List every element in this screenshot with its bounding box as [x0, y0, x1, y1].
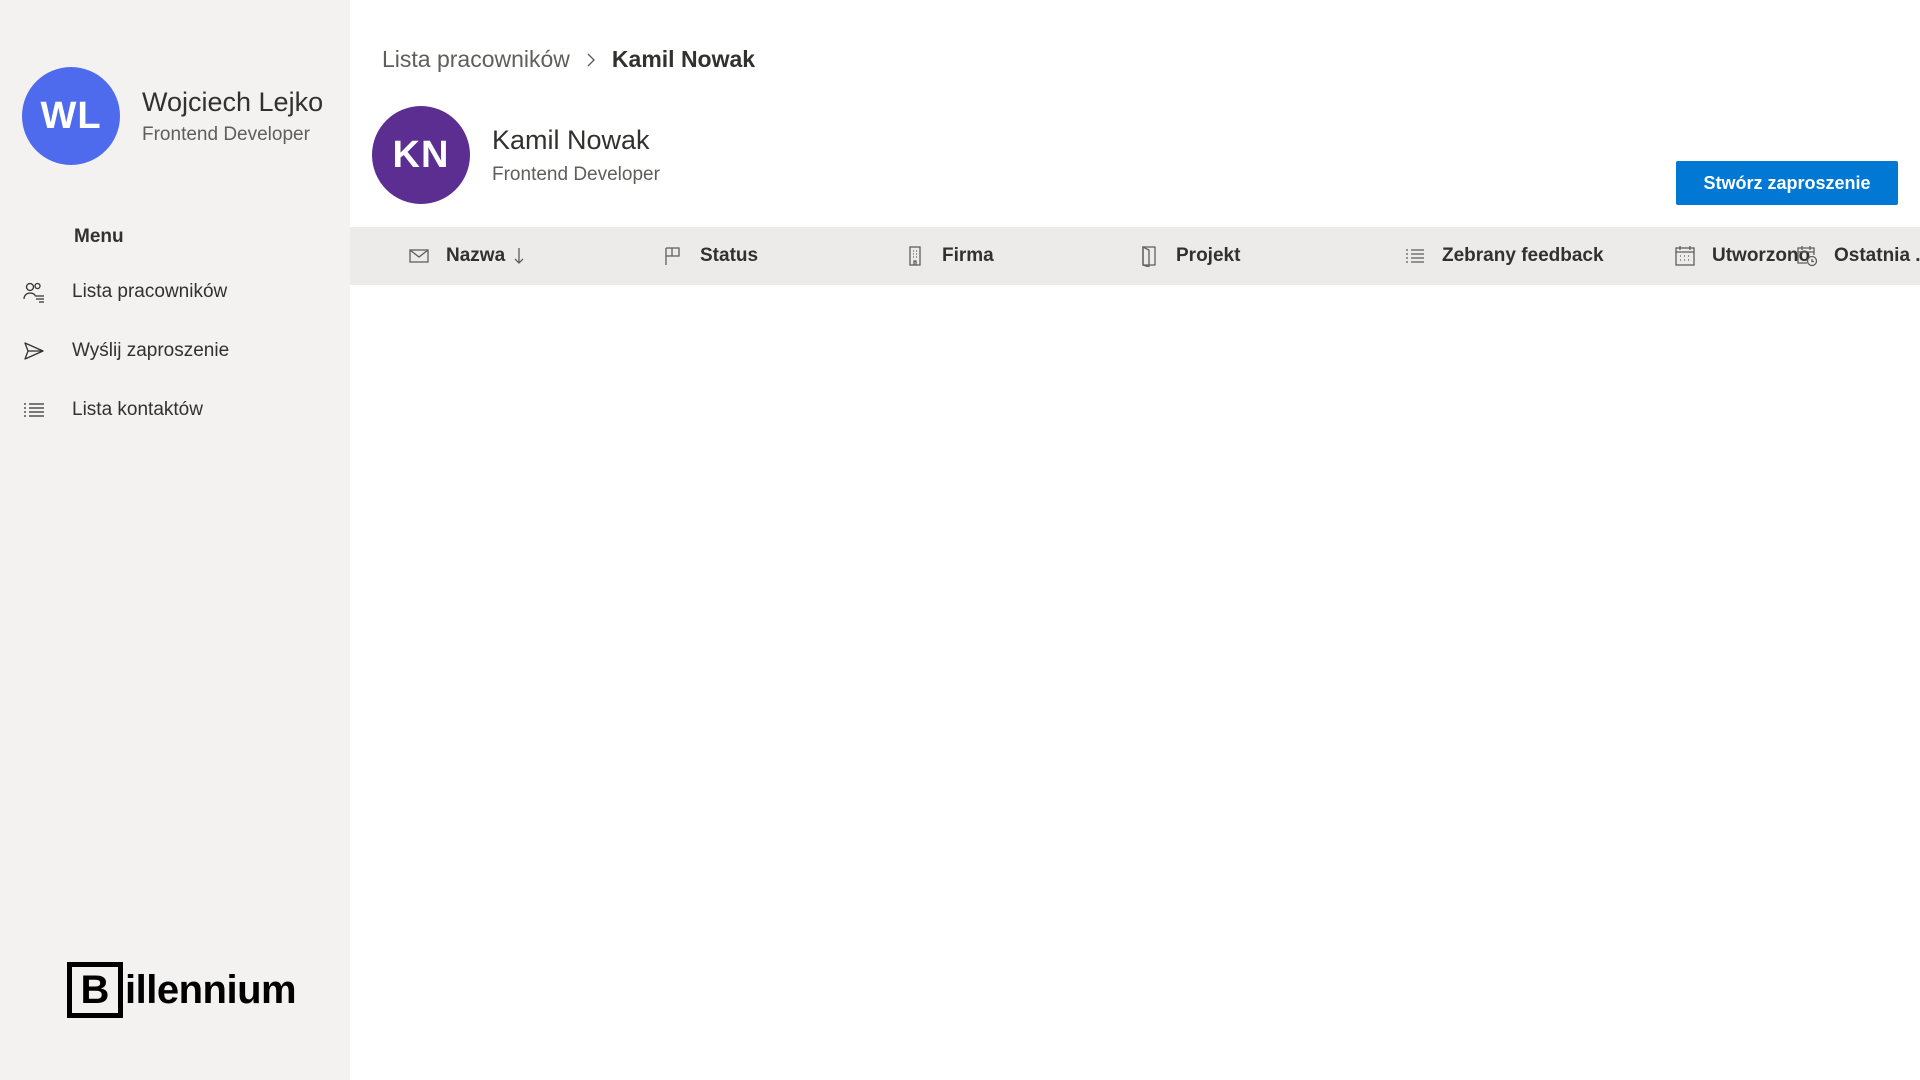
- current-user-avatar: WL: [22, 67, 120, 165]
- employee-avatar: KN: [372, 106, 470, 204]
- breadcrumb-parent-link[interactable]: Lista pracowników: [382, 46, 570, 73]
- column-header-label: Status: [700, 245, 759, 266]
- people-list-icon: [22, 280, 46, 304]
- bulleted-list-icon: [22, 398, 46, 422]
- main-content: Lista pracowników Kamil Nowak KN Kamil N…: [350, 0, 1920, 1080]
- current-user-name: Wojciech Lejko: [142, 86, 324, 117]
- door-icon: [1138, 245, 1160, 267]
- sidebar-item-send-invitation[interactable]: Wyślij zaproszenie: [0, 321, 350, 380]
- employee-name: Kamil Nowak: [492, 124, 650, 155]
- flag-icon: [662, 245, 684, 267]
- sidebar-nav: Lista pracowników Wyślij zaproszenie Lis…: [0, 262, 350, 439]
- send-icon: [22, 339, 46, 363]
- column-header-status[interactable]: Status: [662, 227, 758, 285]
- current-user-card: WL Wojciech Lejko Frontend Developer: [22, 67, 323, 165]
- column-header-project[interactable]: Projekt: [1138, 227, 1240, 285]
- bulleted-list-icon: [1404, 245, 1426, 267]
- column-header-label: Zebrany feedback: [1442, 245, 1604, 266]
- create-invitation-button[interactable]: Stwórz zaproszenie: [1676, 161, 1898, 205]
- logo-mark: B: [67, 962, 123, 1018]
- chevron-right-icon: [584, 51, 598, 69]
- table-header: Nazwa Status Firma Projekt Zebrany feedb…: [350, 227, 1920, 285]
- column-header-company[interactable]: Firma: [904, 227, 994, 285]
- column-header-label: Firma: [942, 245, 994, 266]
- mail-icon: [408, 245, 430, 267]
- column-header-created[interactable]: Utworzono: [1674, 227, 1810, 285]
- breadcrumb-current: Kamil Nowak: [611, 46, 756, 72]
- menu-title: Menu: [74, 226, 124, 247]
- column-header-label: Nazwa: [446, 245, 506, 266]
- column-header-label: Projekt: [1176, 245, 1241, 266]
- employee-profile-header: KN Kamil Nowak Frontend Developer: [372, 106, 660, 204]
- app: WL Wojciech Lejko Frontend Developer Men…: [0, 0, 1920, 1080]
- sidebar-item-contact-list[interactable]: Lista kontaktów: [0, 380, 350, 439]
- calendar-clock-icon: [1796, 245, 1818, 267]
- sidebar: WL Wojciech Lejko Frontend Developer Men…: [0, 0, 350, 1080]
- sidebar-item-label: Lista kontaktów: [72, 398, 203, 420]
- column-header-feedback[interactable]: Zebrany feedback: [1404, 227, 1604, 285]
- calendar-icon: [1674, 245, 1696, 267]
- billennium-logo: B illennium: [67, 962, 297, 1018]
- sidebar-item-employee-list[interactable]: Lista pracowników: [0, 262, 350, 321]
- column-header-name[interactable]: Nazwa: [408, 227, 525, 285]
- column-header-label: Ostatnia ...: [1834, 245, 1920, 266]
- employee-role: Frontend Developer: [492, 163, 660, 185]
- breadcrumb: Lista pracowników Kamil Nowak: [382, 46, 755, 73]
- arrow-down-icon: [513, 246, 525, 266]
- sidebar-item-label: Lista pracowników: [72, 280, 228, 302]
- logo-wordmark: illennium: [125, 967, 297, 1012]
- building-icon: [904, 245, 926, 267]
- column-header-last[interactable]: Ostatnia ...: [1796, 227, 1920, 285]
- current-user-role: Frontend Developer: [142, 123, 310, 145]
- sidebar-item-label: Wyślij zaproszenie: [72, 339, 230, 361]
